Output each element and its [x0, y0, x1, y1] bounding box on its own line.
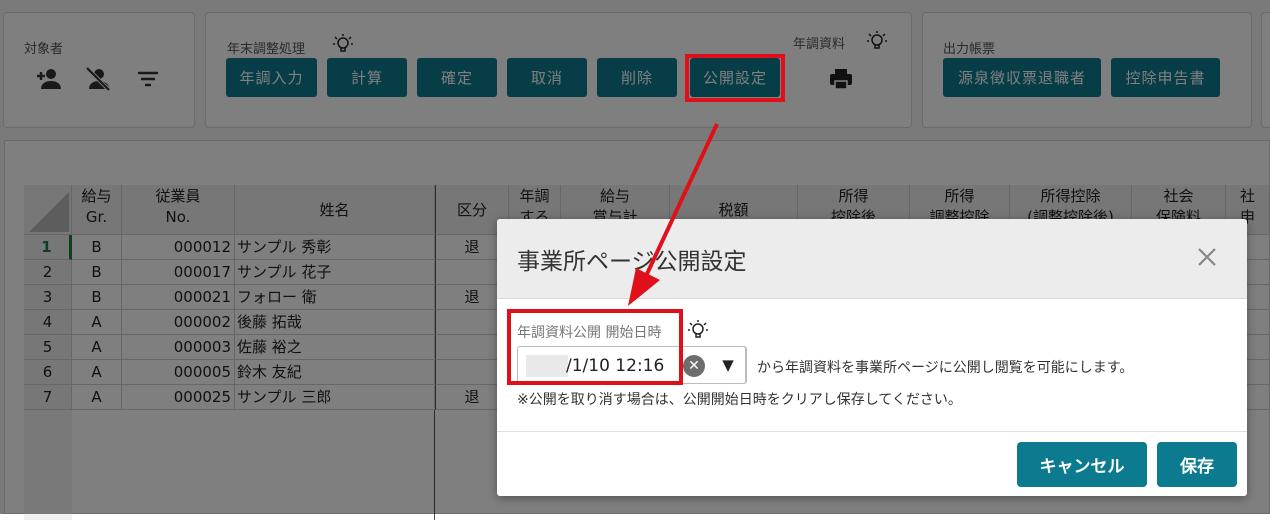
annotation-arrow	[628, 123, 719, 306]
page-background: 対象者 年末調整処理 年調入力 計算 確定 取消 削除 公開設定 年調資料 出力…	[0, 0, 1270, 520]
